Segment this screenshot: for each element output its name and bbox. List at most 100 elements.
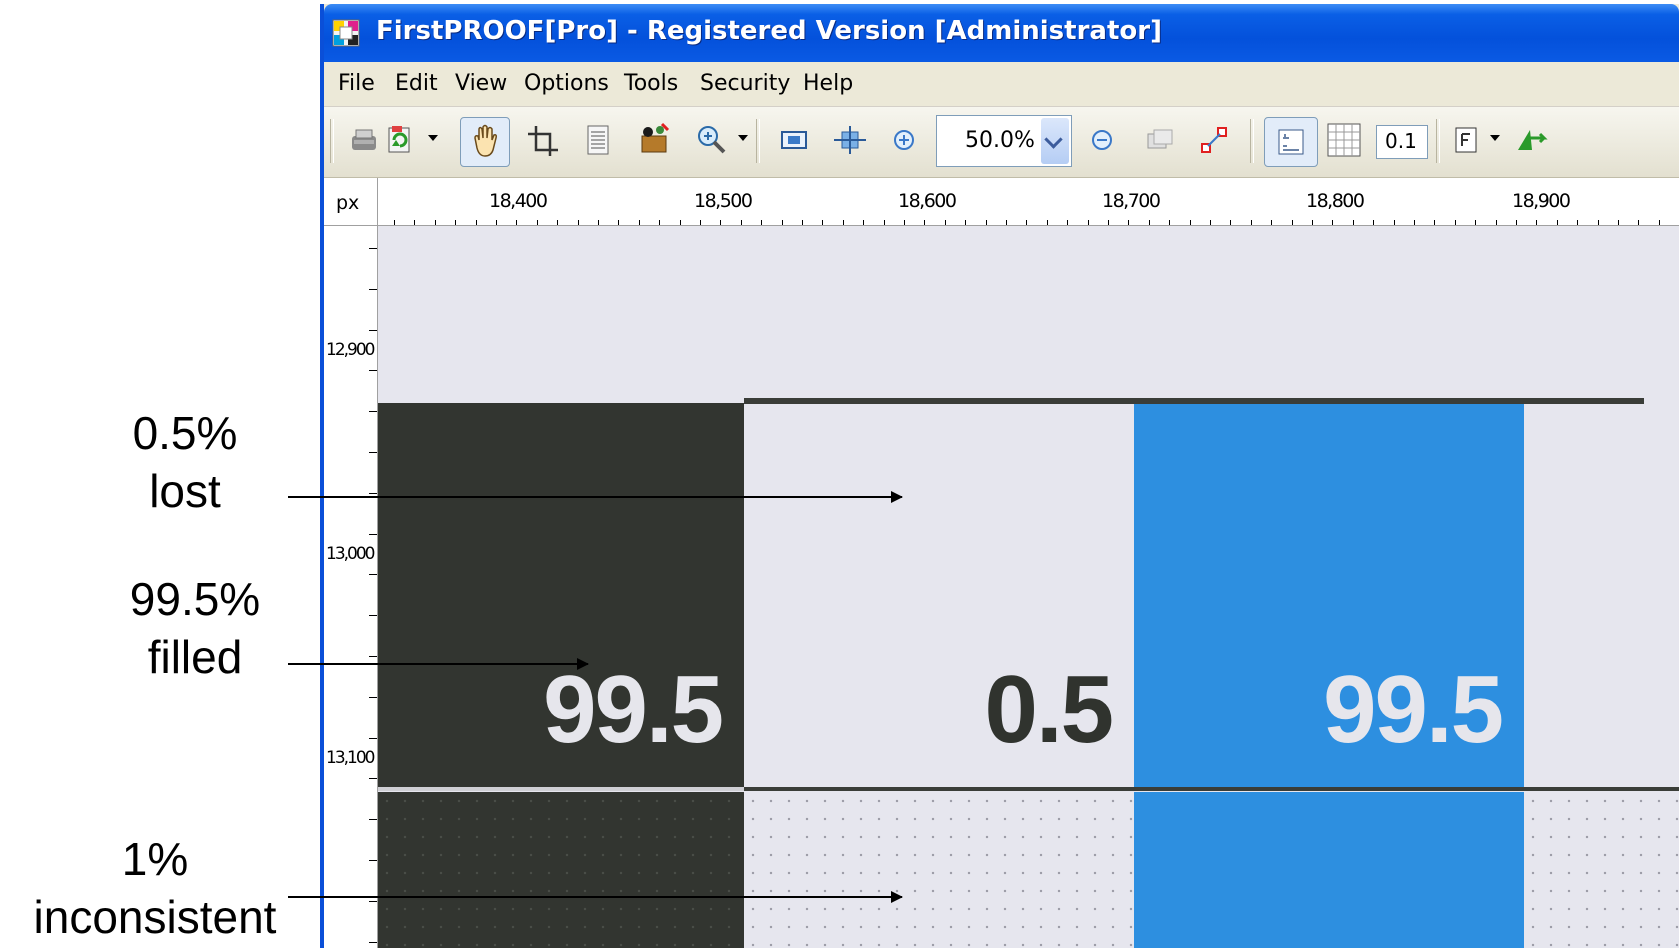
- ruler-tick: [496, 220, 497, 225]
- ruler-tick: [1496, 220, 1497, 225]
- patch-light-label: 0.5: [984, 656, 1114, 763]
- menu-options[interactable]: Options: [524, 71, 609, 96]
- ruler-tick: [1414, 220, 1415, 225]
- menu-help[interactable]: Help: [803, 71, 853, 96]
- zoom-tool-dropdown-arrow[interactable]: [738, 135, 748, 141]
- refresh-icon[interactable]: [380, 120, 420, 160]
- ruler-tick: [1006, 220, 1007, 225]
- flip-icon[interactable]: [1510, 120, 1550, 160]
- fit-image-icon[interactable]: [774, 120, 814, 160]
- ruler-tick: [1169, 220, 1170, 225]
- ruler-tick: [1516, 220, 1517, 225]
- ruler-icon[interactable]: [1264, 117, 1318, 167]
- ruler-tick: [1128, 220, 1129, 225]
- ruler-tick: [1638, 220, 1639, 225]
- ruler-tick: [394, 220, 395, 225]
- ruler-tick: [1190, 220, 1191, 225]
- ruler-tick: [598, 220, 599, 225]
- ruler-tick: [369, 778, 377, 779]
- zoom-select[interactable]: 50.0%: [936, 115, 1072, 167]
- toolbar-separator: [1250, 119, 1254, 163]
- ruler-tick: [369, 860, 377, 861]
- hand-pan-icon[interactable]: [460, 117, 510, 167]
- ruler-tick: [822, 220, 823, 225]
- ruler-tick: [578, 220, 579, 225]
- ruler-tick: [369, 574, 377, 575]
- ruler-tick: [1373, 220, 1374, 225]
- ruler-horizontal: px 18,400 18,500 18,600 18,700 18,800 18…: [324, 178, 1679, 226]
- refresh-dropdown-arrow[interactable]: [428, 135, 438, 141]
- row-divider-light: [378, 787, 744, 791]
- ruler-tick: [369, 942, 377, 943]
- proof-canvas[interactable]: 99.5 0.5 99.5: [378, 226, 1679, 948]
- page-icon[interactable]: [578, 120, 618, 160]
- ruler-tick: [369, 289, 377, 290]
- ruler-tick: [1210, 220, 1211, 225]
- print-icon[interactable]: [344, 120, 384, 160]
- ruler-tick: [369, 738, 377, 739]
- ruler-tick: [369, 901, 377, 902]
- ruler-tick: [1230, 220, 1231, 225]
- zoom-tool-icon[interactable]: [690, 120, 730, 160]
- ruler-tick: [369, 330, 377, 331]
- menu-edit[interactable]: Edit: [395, 71, 438, 96]
- ruler-tick: [1598, 220, 1599, 225]
- ruler-tick: [516, 220, 517, 225]
- ruler-tick: [639, 220, 640, 225]
- ruler-label: 13,000: [326, 544, 376, 564]
- expand-icon[interactable]: [1194, 120, 1234, 160]
- patch-light-partial: [1524, 404, 1679, 787]
- menu-tools[interactable]: Tools: [624, 71, 678, 96]
- toolbar-separator: [330, 119, 334, 163]
- ruler-tick: [720, 220, 721, 225]
- ruler-tick: [369, 534, 377, 535]
- ruler-label: 18,800: [1306, 190, 1365, 212]
- ruler-tick: [369, 615, 377, 616]
- grid-size-input[interactable]: 0.1: [1376, 125, 1428, 159]
- compare-icon[interactable]: [1140, 120, 1180, 160]
- ruler-tick: [924, 220, 925, 225]
- patch-light-dotted: [744, 792, 1134, 948]
- ruler-tick: [782, 220, 783, 225]
- ruler-tick: [618, 220, 619, 225]
- ruler-tick: [1618, 220, 1619, 225]
- ruler-label: 18,700: [1102, 190, 1161, 212]
- ruler-tick: [1577, 220, 1578, 225]
- ruler-tick: [680, 220, 681, 225]
- ruler-tick: [369, 411, 377, 412]
- menu-file[interactable]: File: [338, 71, 375, 96]
- ruler-tick: [1455, 220, 1456, 225]
- ruler-tick: [455, 220, 456, 225]
- magic-icon[interactable]: [634, 120, 674, 160]
- fit-width-icon[interactable]: [830, 120, 870, 160]
- zoom-dropdown-button[interactable]: [1041, 118, 1069, 164]
- zoom-out-icon[interactable]: [1082, 120, 1122, 160]
- annotation-lost: 0.5% lost: [110, 404, 260, 520]
- patch-dark: 99.5: [378, 403, 744, 787]
- annotation-filled: 99.5% filled: [110, 570, 280, 686]
- annotation-inconsistent-value: 1%: [121, 833, 189, 885]
- ruler-tick: [1067, 220, 1068, 225]
- patch-blue-row2: [1134, 792, 1524, 948]
- annotation-filled-value: 99.5%: [129, 573, 261, 625]
- ruler-tick: [659, 220, 660, 225]
- ruler-tick: [1434, 220, 1435, 225]
- ruler-label: 13,100: [326, 748, 376, 768]
- menu-view[interactable]: View: [455, 71, 507, 96]
- ruler-tick: [435, 220, 436, 225]
- ruler-tick: [1332, 220, 1333, 225]
- font-icon[interactable]: [1446, 120, 1486, 160]
- menu-bar: File Edit View Options Tools Security He…: [324, 62, 1679, 107]
- font-dropdown-arrow[interactable]: [1490, 135, 1500, 141]
- crop-icon[interactable]: [522, 120, 562, 160]
- ruler-tick: [1047, 220, 1048, 225]
- zoom-in-icon[interactable]: [884, 120, 924, 160]
- ruler-tick: [1149, 220, 1150, 225]
- ruler-vertical: 12,900 13,000 13,100: [324, 226, 378, 948]
- ruler-tick: [1292, 220, 1293, 225]
- ruler-tick: [369, 656, 377, 657]
- ruler-tick: [1394, 220, 1395, 225]
- ruler-tick: [1475, 220, 1476, 225]
- menu-security[interactable]: Security: [700, 71, 790, 96]
- grid-icon[interactable]: [1324, 120, 1364, 160]
